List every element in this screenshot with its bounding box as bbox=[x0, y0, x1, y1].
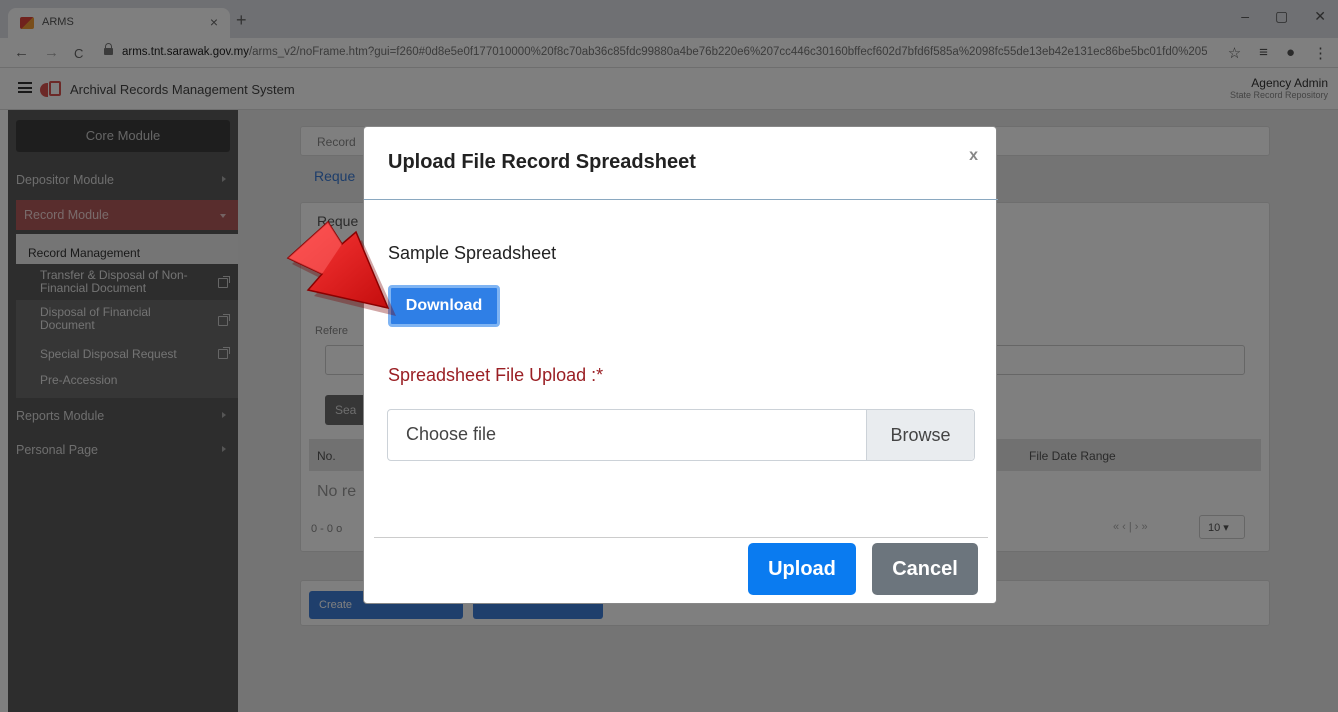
modal-header-divider bbox=[364, 199, 998, 200]
modal-footer-divider bbox=[374, 537, 988, 538]
file-upload-input[interactable]: Choose file Browse bbox=[387, 409, 975, 461]
browse-button[interactable]: Browse bbox=[866, 410, 974, 460]
red-pointer-arrow-icon bbox=[286, 220, 396, 316]
cancel-button[interactable]: Cancel bbox=[872, 543, 978, 595]
file-upload-label: Spreadsheet File Upload :* bbox=[388, 365, 604, 385]
file-input-placeholder: Choose file bbox=[406, 424, 497, 444]
modal-close-icon[interactable]: x bbox=[969, 147, 978, 165]
upload-button[interactable]: Upload bbox=[748, 543, 856, 595]
modal-title: Upload File Record Spreadsheet bbox=[388, 151, 696, 173]
upload-spreadsheet-modal: Upload File Record Spreadsheet x Sample … bbox=[363, 126, 998, 604]
